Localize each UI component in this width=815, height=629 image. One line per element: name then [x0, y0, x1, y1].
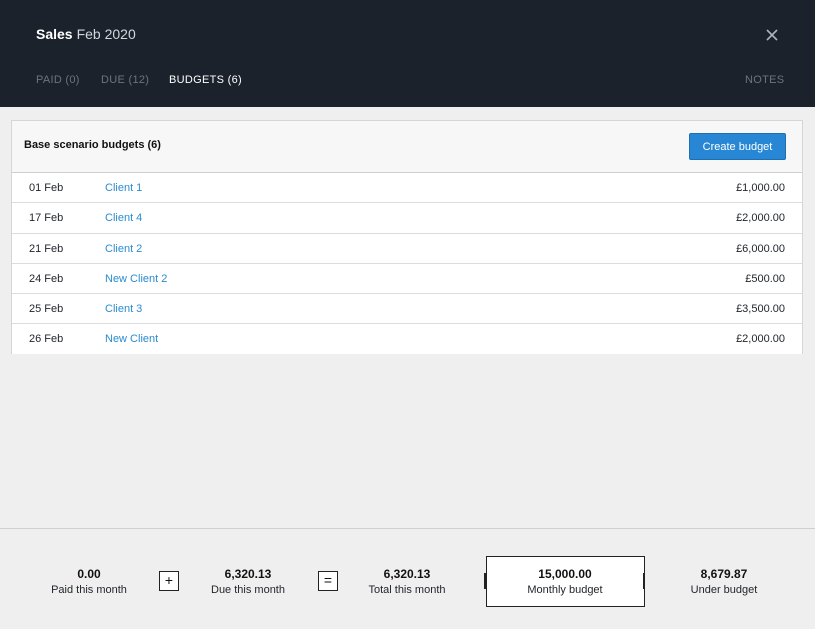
budget-list: 01 Feb Client 1 £1,000.00 17 Feb Client … [12, 173, 802, 355]
budget-row[interactable]: 26 Feb New Client £2,000.00 [12, 324, 802, 354]
budget-row[interactable]: 01 Feb Client 1 £1,000.00 [12, 173, 802, 204]
row-client-link[interactable]: Client 3 [105, 303, 142, 315]
total-label: Total this month [368, 584, 446, 596]
row-date: 17 Feb [29, 212, 64, 225]
row-amount: £3,500.00 [736, 303, 785, 316]
modal-title: Sales Feb 2020 [36, 26, 136, 42]
total-summary: 6,320.13 Total this month [337, 567, 477, 596]
row-date: 01 Feb [29, 182, 64, 194]
budget-value: 15,000.00 [538, 567, 592, 581]
tab-paid[interactable]: PAID (0) [36, 74, 80, 86]
title-period: Feb 2020 [76, 26, 136, 42]
budget-row[interactable]: 17 Feb Client 4 £2,000.00 [12, 203, 802, 234]
create-budget-button[interactable]: Create budget [689, 133, 786, 160]
close-button[interactable] [762, 25, 782, 45]
row-amount: £2,000.00 [736, 212, 785, 225]
due-value: 6,320.13 [224, 567, 272, 581]
paid-value: 0.00 [77, 567, 101, 581]
tab-notes[interactable]: NOTES [745, 74, 784, 86]
equals-icon: = [318, 571, 338, 591]
paid-summary: 0.00 Paid this month [19, 567, 159, 596]
row-amount: £1,000.00 [736, 182, 785, 194]
panel-header: Base scenario budgets (6) Create budget [12, 121, 802, 173]
row-amount: £500.00 [745, 272, 785, 285]
row-client-link[interactable]: Client 2 [105, 243, 142, 255]
tab-budgets[interactable]: BUDGETS (6) [169, 74, 242, 86]
row-client-link[interactable]: Client 4 [105, 212, 142, 224]
row-client-link[interactable]: New Client 2 [105, 273, 167, 285]
plus-icon: + [159, 571, 179, 591]
budget-row[interactable]: 25 Feb Client 3 £3,500.00 [12, 294, 802, 325]
summary-footer: 0.00 Paid this month + 6,320.13 Due this… [0, 528, 815, 629]
modal-header: Sales Feb 2020 PAID (0) DUE (12) BUDGETS … [0, 0, 815, 107]
row-date: 25 Feb [29, 303, 64, 316]
row-date: 24 Feb [29, 272, 64, 285]
row-client-link[interactable]: Client 1 [105, 182, 142, 194]
budget-row[interactable]: 21 Feb Client 2 £6,000.00 [12, 234, 802, 264]
row-amount: £6,000.00 [736, 242, 785, 255]
row-date: 21 Feb [29, 242, 64, 255]
under-label: Under budget [690, 584, 758, 596]
paid-label: Paid this month [51, 584, 127, 596]
title-department: Sales [36, 26, 73, 42]
budget-summary: 15,000.00 Monthly budget [495, 567, 635, 596]
budgets-panel: Base scenario budgets (6) Create budget … [11, 120, 803, 354]
total-value: 6,320.13 [383, 567, 431, 581]
budget-label: Monthly budget [527, 584, 603, 596]
row-date: 26 Feb [29, 333, 64, 346]
tab-due[interactable]: DUE (12) [101, 74, 149, 86]
row-amount: £2,000.00 [736, 333, 785, 346]
due-summary: 6,320.13 Due this month [178, 567, 318, 596]
divider-right [643, 573, 645, 589]
close-icon [766, 29, 778, 41]
under-summary: 8,679.87 Under budget [654, 567, 794, 596]
under-value: 8,679.87 [700, 567, 748, 581]
budget-row[interactable]: 24 Feb New Client 2 £500.00 [12, 264, 802, 295]
panel-title: Base scenario budgets (6) [24, 139, 161, 151]
due-label: Due this month [211, 584, 285, 596]
row-client-link[interactable]: New Client [105, 333, 158, 345]
